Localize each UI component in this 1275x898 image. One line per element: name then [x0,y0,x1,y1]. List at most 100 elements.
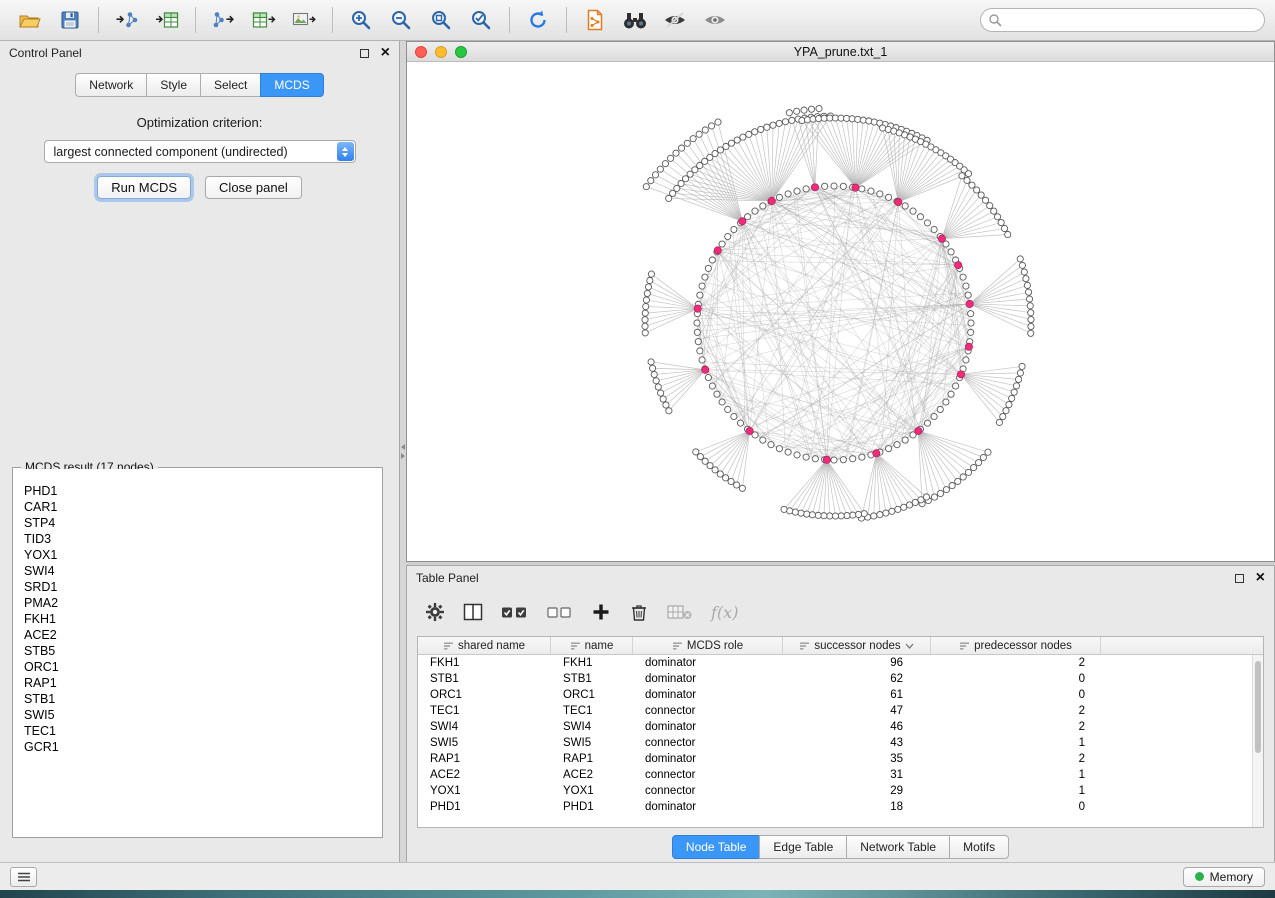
tab-node-table[interactable]: Node Table [672,835,761,859]
mcds-result-item[interactable]: TEC1 [24,723,381,739]
table-row[interactable]: PHD1PHD1dominator180 [418,799,1263,815]
mcds-result-item[interactable]: STB1 [24,691,381,707]
optimization-criterion-label: Optimization criterion: [0,115,399,130]
export-image-button[interactable] [284,4,324,36]
refresh-button[interactable] [518,4,558,36]
table-cell: ACE2 [418,769,551,781]
add-row-icon[interactable] [591,602,611,622]
mcds-result-item[interactable]: GCR1 [24,739,381,755]
table-row[interactable]: ACE2ACE2connector311 [418,767,1263,783]
table-row[interactable]: TEC1TEC1connector472 [418,703,1263,719]
tab-mcds[interactable]: MCDS [260,73,323,97]
splitter-collapse-right-icon[interactable] [401,453,405,459]
tab-style[interactable]: Style [146,73,201,97]
tab-network-table[interactable]: Network Table [846,835,950,859]
close-panel-button[interactable]: Close panel [205,176,302,199]
column-header-successor-nodes[interactable]: successor nodes [783,637,931,654]
network-window-titlebar[interactable]: YPA_prune.txt_1 [407,42,1274,62]
mcds-result-item[interactable]: STB5 [24,643,381,659]
column-header-name[interactable]: name [551,637,633,654]
eye-hide-icon [662,10,688,30]
control-panel-header: Control Panel × [0,41,399,65]
close-table-panel-icon[interactable]: × [1256,570,1265,586]
control-panel: Control Panel × NetworkStyleSelectMCDS O… [0,41,400,862]
import-table-button[interactable] [147,4,187,36]
table-row[interactable]: FKH1FKH1dominator962 [418,655,1263,671]
share-document-icon [585,9,605,31]
table-row[interactable]: SWI5SWI5connector431 [418,735,1263,751]
select-all-checks-icon[interactable] [501,602,529,622]
table-cell: 0 [931,801,1101,813]
memory-button[interactable]: Memory [1183,867,1265,887]
table-cell: connector [633,785,783,797]
search-box[interactable] [980,8,1265,32]
eye-hide-button[interactable] [655,4,695,36]
open-folder-button[interactable] [10,4,50,36]
mcds-result-item[interactable]: PHD1 [24,483,381,499]
mcds-result-item[interactable]: ACE2 [24,627,381,643]
mcds-result-item[interactable]: SWI5 [24,707,381,723]
table-cell: 2 [931,657,1101,669]
delete-row-icon[interactable] [629,602,649,622]
mcds-result-item[interactable]: TID3 [24,531,381,547]
mcds-result-item[interactable]: FKH1 [24,611,381,627]
zoom-fit-button[interactable] [421,4,461,36]
float-panel-icon[interactable] [360,49,369,58]
column-header-shared-name[interactable]: shared name [418,637,551,654]
float-table-panel-icon[interactable] [1235,574,1244,583]
mcds-result-item[interactable]: SWI4 [24,563,381,579]
table-row[interactable]: STB1STB1dominator620 [418,671,1263,687]
eye-show-button[interactable] [695,4,735,36]
zoom-in-button[interactable] [341,4,381,36]
splitter-collapse-left-icon[interactable] [401,444,405,450]
search-input[interactable] [980,8,1265,32]
zoom-out-button[interactable] [381,4,421,36]
binoculars-button[interactable] [615,4,655,36]
tab-network[interactable]: Network [75,73,147,97]
table-scrollbar[interactable] [1252,655,1263,827]
table-cell: dominator [633,801,783,813]
optimization-dropdown[interactable]: largest connected component (undirected) [44,140,356,163]
import-network-icon [115,10,139,30]
mcds-result-item[interactable]: CAR1 [24,499,381,515]
table-cell: YOX1 [551,785,633,797]
share-document-button[interactable] [575,4,615,36]
mcds-result-item[interactable]: YOX1 [24,547,381,563]
table-panel-title: Table Panel [416,571,479,585]
panels-menu-button[interactable] [10,867,37,887]
tab-edge-table[interactable]: Edge Table [759,835,847,859]
save-button[interactable] [50,4,90,36]
toolbar-separator [195,7,196,33]
mcds-result-item[interactable]: PMA2 [24,595,381,611]
deselect-all-checks-icon[interactable] [547,602,573,622]
column-header-mcds-role[interactable]: MCDS role [633,637,783,654]
table-row[interactable]: ORC1ORC1dominator610 [418,687,1263,703]
mcds-result-item[interactable]: ORC1 [24,659,381,675]
table-cell: 43 [783,737,931,749]
window-zoom-button[interactable] [455,46,467,58]
table-scrollbar-thumb[interactable] [1255,661,1261,753]
tab-motifs[interactable]: Motifs [949,835,1009,859]
gear-icon[interactable] [425,602,445,622]
mcds-result-item[interactable]: SRD1 [24,579,381,595]
table-row[interactable]: YOX1YOX1connector291 [418,783,1263,799]
export-network-button[interactable] [204,4,244,36]
table-row[interactable]: RAP1RAP1dominator352 [418,751,1263,767]
window-minimize-button[interactable] [435,46,447,58]
export-table-button[interactable] [244,4,284,36]
split-columns-icon[interactable] [463,602,483,622]
zoom-selected-button[interactable] [461,4,501,36]
network-view[interactable] [407,62,1274,561]
column-header-predecessor-nodes[interactable]: predecessor nodes [931,637,1101,654]
window-close-button[interactable] [415,46,427,58]
toolbar-separator [509,7,510,33]
mcds-result-item[interactable]: STP4 [24,515,381,531]
mcds-result-item[interactable]: RAP1 [24,675,381,691]
run-mcds-button[interactable]: Run MCDS [97,176,191,199]
tab-select[interactable]: Select [200,73,261,97]
toolbar-separator [566,7,567,33]
table-cell: 2 [931,753,1101,765]
import-network-button[interactable] [107,4,147,36]
table-row[interactable]: SWI4SWI4dominator462 [418,719,1263,735]
close-panel-icon[interactable]: × [381,45,390,61]
